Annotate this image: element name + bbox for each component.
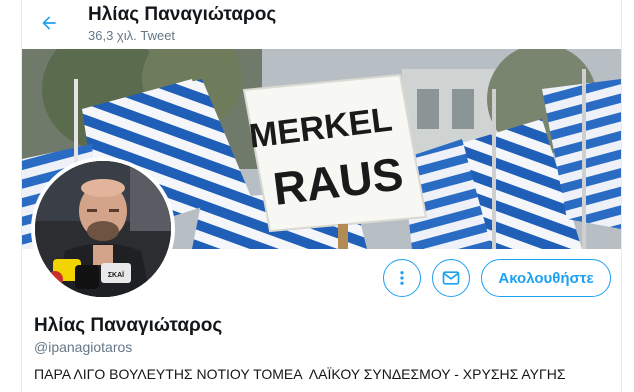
more-vertical-icon: [400, 271, 404, 285]
twitter-profile-page: Ηλίας Παναγιώταρος 36,3 χιλ. Tweet MERKE…: [0, 0, 634, 392]
header-tweet-count: 36,3 χιλ. Tweet: [88, 28, 176, 43]
profile-column: Ηλίας Παναγιώταρος 36,3 χιλ. Tweet MERKE…: [21, 0, 622, 392]
more-options-button[interactable]: [383, 259, 421, 297]
follow-button[interactable]: Ακολουθήστε: [481, 259, 611, 297]
back-button[interactable]: [32, 6, 66, 40]
avatar-image: ΣΚΑΪ: [35, 161, 171, 297]
envelope-icon: [442, 271, 460, 285]
profile-display-name: Ηλίας Παναγιώταρος: [34, 315, 223, 336]
avatar[interactable]: ΣΚΑΪ: [31, 157, 175, 301]
message-button[interactable]: [432, 259, 470, 297]
mic-label: ΣΚΑΪ: [108, 271, 125, 279]
header-display-name: Ηλίας Παναγιώταρος: [88, 4, 277, 25]
profile-bio: ΠΑΡΑ ΛΙΓΟ ΒΟΥΛΕΥΤΗΣ ΝΟΤΙΟΥ ΤΟΜΕΑ ΛΑΪΚΟΥ …: [34, 366, 566, 382]
arrow-left-icon: [42, 16, 56, 30]
profile-header-bar: Ηλίας Παναγιώταρος 36,3 χιλ. Tweet: [22, 0, 621, 49]
profile-handle: @ipanagiotaros: [34, 339, 133, 355]
